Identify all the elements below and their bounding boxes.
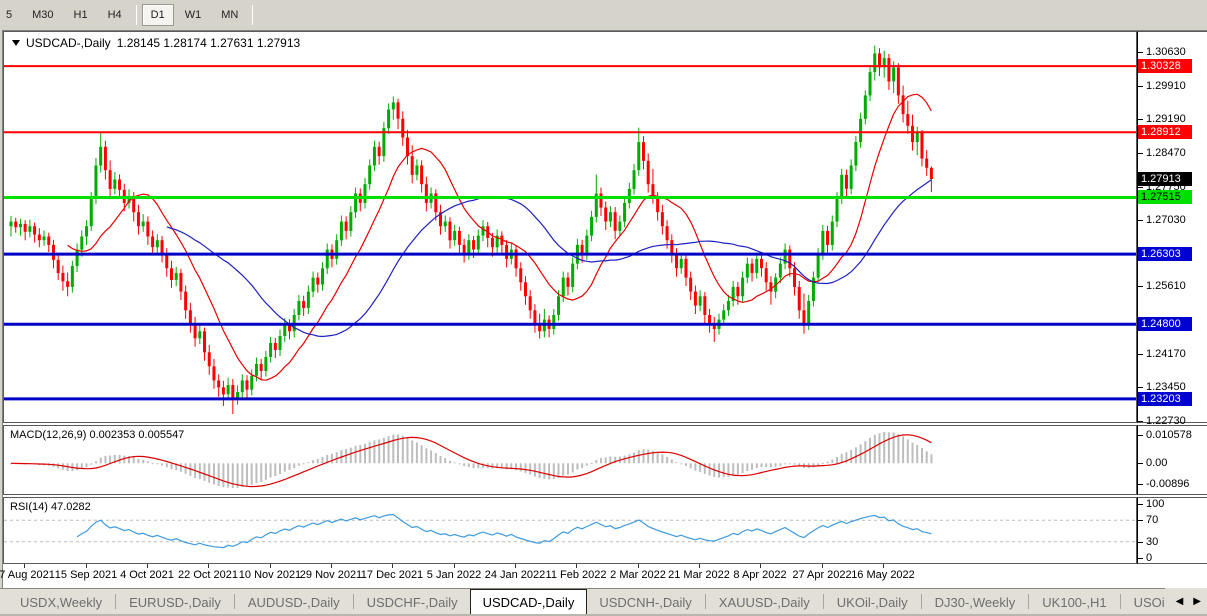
- price-tick-label: 1.29190: [1138, 113, 1186, 125]
- timeframe-button-h1[interactable]: H1: [65, 4, 97, 26]
- date-tick: [454, 564, 455, 568]
- candles-group: [9, 45, 933, 414]
- timeframe-button-5[interactable]: 5: [0, 4, 21, 26]
- date-tick: [638, 564, 639, 568]
- date-tick: [822, 564, 823, 568]
- price-axis[interactable]: 1.30630 1.29910 1.29190 1.28470 1.27750 1.270…: [1137, 31, 1207, 427]
- candlestick-chart[interactable]: [4, 32, 1136, 422]
- timeframe-button-m30[interactable]: M30: [23, 4, 62, 26]
- price-level-badge: 1.28912: [1138, 125, 1192, 139]
- date-tick: [270, 564, 271, 568]
- date-tick: [331, 564, 332, 568]
- rsi-axis[interactable]: 100 70 30 0: [1137, 497, 1207, 564]
- symbol-dropdown-icon[interactable]: [12, 40, 20, 46]
- price-level-badge: 1.27913: [1138, 172, 1192, 186]
- tab-divider: [1028, 594, 1030, 609]
- date-tick: [24, 564, 25, 568]
- timeframe-button-h4[interactable]: H4: [99, 4, 131, 26]
- tab-divider: [822, 594, 824, 609]
- tab-scroll-controls: ◀ ▶: [1165, 588, 1207, 616]
- chart-title: USDCAD-,Daily 1.28145 1.28174 1.27631 1.…: [12, 36, 300, 50]
- chart-tab-xauusd[interactable]: XAUUSD-,Daily: [707, 591, 822, 616]
- tab-divider: [115, 594, 117, 609]
- toolbar-divider: [135, 4, 137, 25]
- chart-tab-dj30[interactable]: DJ30-,Weekly: [923, 591, 1028, 616]
- date-tick: [392, 564, 393, 568]
- tab-divider: [704, 594, 706, 609]
- chart-tab-usdx[interactable]: USDX,Weekly: [8, 591, 114, 616]
- price-chart-pane[interactable]: USDCAD-,Daily 1.28145 1.28174 1.27631 1.…: [3, 31, 1137, 423]
- rsi-label: RSI(14) 47.0282: [10, 501, 91, 513]
- date-tick: [208, 564, 209, 568]
- chart-tab-usdcad[interactable]: USDCAD-,Daily: [469, 589, 588, 616]
- timeframe-button-d1[interactable]: D1: [141, 3, 174, 26]
- date-axis[interactable]: 27 Aug 202115 Sep 20214 Oct 202122 Oct 2…: [0, 564, 1207, 588]
- date-tick: [86, 564, 87, 568]
- price-level-badge: 1.24800: [1138, 317, 1192, 331]
- timeframe-toolbar: 5 M30 H1 H4 D1 W1 MN: [0, 0, 1207, 29]
- price-level-badge: 1.23203: [1138, 392, 1192, 406]
- rsi-tick-label: 0: [1137, 552, 1153, 564]
- rsi-tick-label: 70: [1137, 514, 1159, 526]
- chart-tab-uk100[interactable]: UK100-,H1: [1030, 591, 1118, 616]
- date-tick: [760, 564, 761, 568]
- tab-scroll-right-button[interactable]: ▶: [1193, 597, 1201, 607]
- chart-symbol-label: USDCAD-,Daily: [26, 36, 111, 50]
- macd-axis[interactable]: 0.010578 0.00 -0.00896: [1137, 425, 1207, 495]
- rsi-tick-label: 100: [1137, 498, 1165, 510]
- macd-tick-label: 0.00: [1137, 457, 1168, 469]
- macd-label: MACD(12,26,9) 0.002353 0.005547: [10, 429, 185, 441]
- price-level-badge: 1.27515: [1138, 190, 1192, 204]
- chart-window: USDCAD-,Daily 1.28145 1.28174 1.27631 1.…: [0, 30, 1207, 588]
- chart-tab-ukoil[interactable]: UKOil-,Daily: [825, 591, 920, 616]
- date-tick: [576, 564, 577, 568]
- macd-signal-line: [10, 434, 932, 488]
- date-tick: [699, 564, 700, 568]
- date-tick: [515, 564, 516, 568]
- price-tick-label: 1.30630: [1138, 46, 1186, 58]
- chart-tab-usdchf[interactable]: USDCHF-,Daily: [355, 591, 470, 616]
- tab-scroll-left-button[interactable]: ◀: [1176, 597, 1184, 607]
- date-tick: [147, 564, 148, 568]
- trading-terminal: 5 M30 H1 H4 D1 W1 MN USDCAD-,Daily 1.28145 1.2…: [0, 0, 1207, 616]
- price-level-badge: 1.26303: [1138, 247, 1192, 261]
- chart-tab-usdcnh[interactable]: USDCNH-,Daily: [587, 591, 703, 616]
- chart-tabs-bar: USDX,Weekly EURUSD-,Daily AUDUSD-,Daily USD…: [0, 588, 1207, 616]
- ma-fast-line: [67, 93, 932, 381]
- date-axis-label: 16 May 2022: [851, 569, 915, 581]
- tab-divider: [920, 594, 922, 609]
- price-tick-label: 1.24170: [1138, 348, 1186, 360]
- toolbar-divider: [252, 4, 254, 25]
- tab-divider: [233, 594, 235, 609]
- date-tick: [883, 564, 884, 568]
- tab-divider: [1119, 594, 1121, 609]
- tab-divider: [352, 594, 354, 609]
- chart-tab-audusd[interactable]: AUDUSD-,Daily: [236, 591, 352, 616]
- timeframe-button-mn[interactable]: MN: [212, 4, 247, 26]
- chart-tab-eurusd[interactable]: EURUSD-,Daily: [117, 591, 233, 616]
- price-tick-label: 1.28470: [1138, 147, 1186, 159]
- price-level-badge: 1.30328: [1138, 59, 1192, 73]
- rsi-line: [76, 513, 932, 549]
- macd-tick-label: 0.010578: [1138, 429, 1192, 441]
- price-tick-label: 1.27030: [1138, 214, 1186, 226]
- rsi-chart[interactable]: [4, 498, 1136, 563]
- price-tick-label: 1.29910: [1138, 80, 1186, 92]
- macd-indicator-pane[interactable]: MACD(12,26,9) 0.002353 0.005547: [3, 425, 1137, 495]
- chart-ohlc-values: 1.28145 1.28174 1.27631 1.27913: [116, 36, 301, 50]
- timeframe-button-w1[interactable]: W1: [176, 4, 211, 26]
- rsi-tick-label: 30: [1137, 536, 1159, 548]
- macd-tick-label: -0.00896: [1137, 478, 1190, 490]
- rsi-indicator-pane[interactable]: RSI(14) 47.0282: [3, 497, 1137, 564]
- price-tick-label: 1.25610: [1138, 280, 1186, 292]
